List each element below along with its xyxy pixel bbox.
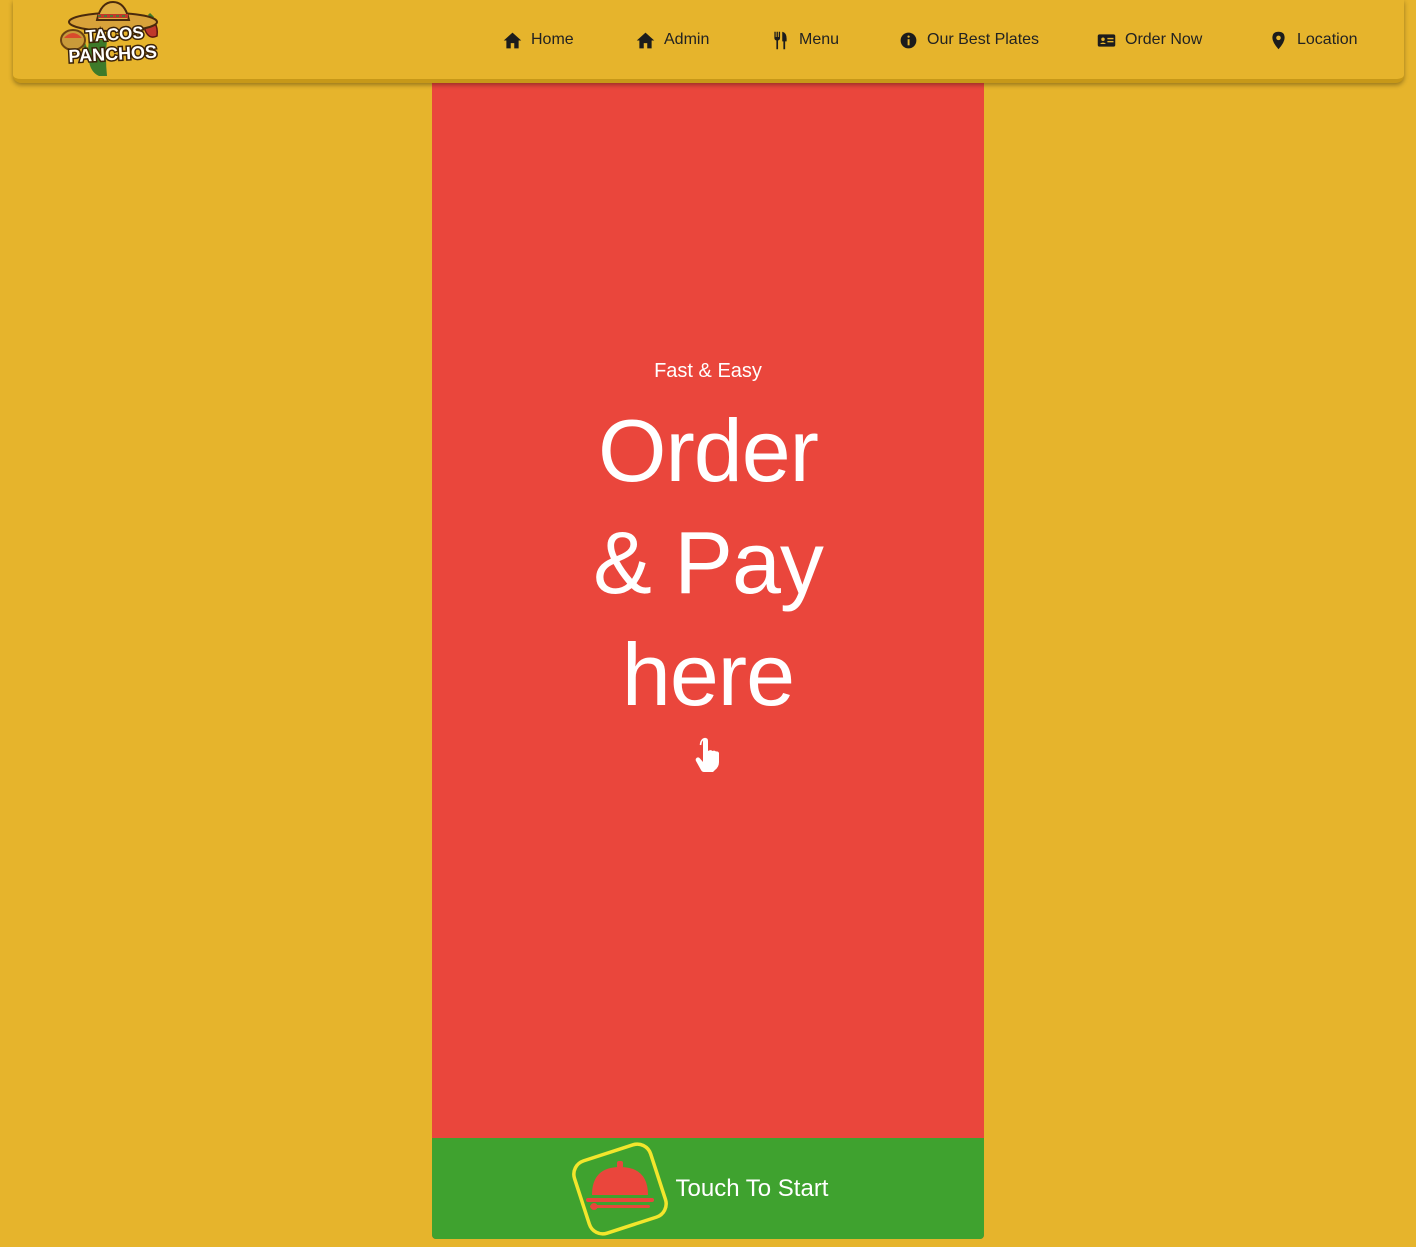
map-pin-icon: [1272, 31, 1285, 49]
serving-cloche-icon: [568, 1141, 672, 1237]
nav-order-now[interactable]: Order Now: [1096, 28, 1202, 52]
nav-location[interactable]: Location: [1268, 28, 1358, 52]
nav-menu-label: Menu: [799, 31, 840, 48]
nav-home-label: Home: [531, 31, 574, 48]
nav-order-now-label: Order Now: [1125, 31, 1203, 48]
hero-section: Fast & Easy Order & Pay here: [432, 359, 984, 773]
main-navigation: Home Admin Menu Our Best Plates Order No…: [13, 0, 1404, 79]
id-card-icon: [1097, 33, 1116, 47]
nav-admin[interactable]: Admin: [635, 28, 709, 52]
touch-to-start-button[interactable]: Touch To Start: [432, 1138, 984, 1239]
nav-best-plates[interactable]: Our Best Plates: [898, 28, 1039, 52]
headline-line-1: Order: [598, 401, 819, 500]
kiosk-start-panel[interactable]: Fast & Easy Order & Pay here Touch To St…: [432, 79, 984, 1239]
home-icon: [503, 32, 522, 48]
headline-line-3: here: [621, 625, 795, 724]
hero-headline: Order & Pay here: [432, 395, 984, 731]
touch-to-start-label: Touch To Start: [675, 1174, 829, 1202]
nav-home[interactable]: Home: [502, 28, 574, 52]
info-icon: [900, 32, 917, 48]
nav-menu[interactable]: Menu: [770, 28, 839, 52]
nav-admin-label: Admin: [664, 31, 710, 48]
utensils-icon: [774, 31, 787, 49]
home-icon: [636, 32, 655, 48]
headline-line-2: & Pay: [593, 513, 824, 612]
nav-best-plates-label: Our Best Plates: [927, 31, 1040, 48]
nav-location-label: Location: [1297, 31, 1358, 48]
hero-subtitle: Fast & Easy: [654, 360, 762, 382]
hand-pointer-icon: [695, 737, 719, 772]
top-navbar: TACOS PANCHOS Home Admin Menu Our Best P…: [13, 0, 1404, 83]
